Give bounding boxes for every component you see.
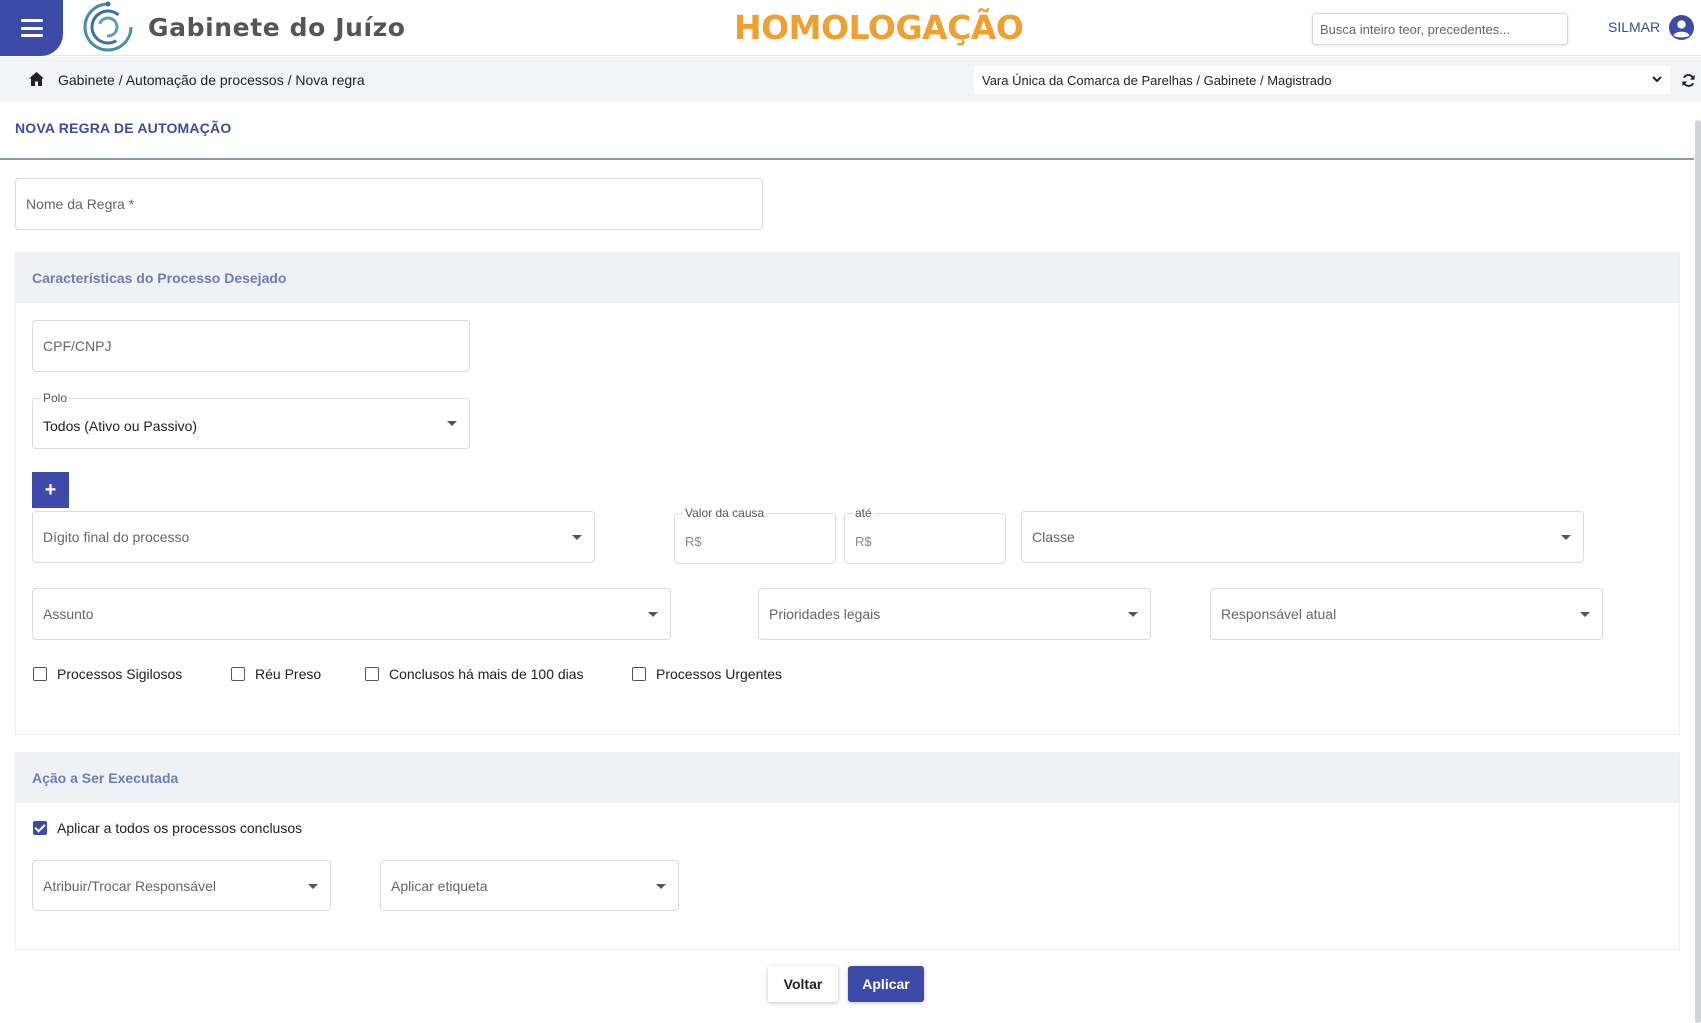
menu-button[interactable] [0,0,63,56]
caret-down-icon [572,535,582,540]
caret-down-icon [1128,612,1138,617]
current-responsible-placeholder: Responsável atual [1221,606,1337,622]
subject-select[interactable]: Assunto [32,588,671,640]
checkbox-urgent-processes[interactable]: Processos Urgentes [632,666,782,682]
checkbox-label: Aplicar a todos os processos conclusos [57,820,303,836]
back-button[interactable]: Voltar [768,966,838,1002]
cause-value-from-field[interactable]: Valor da causa R$ [674,506,836,564]
assign-responsible-select[interactable]: Atribuir/Trocar Responsável [32,860,331,911]
search-input[interactable] [1312,13,1568,45]
checkbox-label: Conclusos há mais de 100 dias [389,666,584,682]
title-divider [0,158,1694,160]
unit-select-value: Vara Única da Comarca de Parelhas / Gabi… [982,72,1332,88]
checkbox-box[interactable] [231,667,245,681]
hamburger-icon [20,19,43,37]
cause-value-from-prefix: R$ [685,534,702,549]
checkbox-concluded-over-100-days[interactable]: Conclusos há mais de 100 dias [365,666,584,682]
breadcrumb[interactable]: Gabinete / Automação de processos / Nova… [58,72,365,88]
page-scrollbar[interactable] [1695,120,1701,1023]
caret-down-icon [308,884,318,889]
cause-value-to-prefix: R$ [855,534,872,549]
checkbox-label: Réu Preso [255,666,322,682]
checkbox-box[interactable] [632,667,646,681]
current-responsible-select[interactable]: Responsável atual [1210,588,1603,640]
checkbox-label: Processos Sigilosos [57,666,183,682]
page-title: NOVA REGRA DE AUTOMAÇÃO [15,120,232,136]
cause-value-label: Valor da causa [683,506,767,520]
top-header: Gabinete do Juízo HOMOLOGAÇÃO SILMAR [0,0,1701,56]
caret-down-icon [1561,535,1571,540]
caret-down-icon [648,612,658,617]
assign-responsible-placeholder: Atribuir/Trocar Responsável [43,878,216,894]
subject-placeholder: Assunto [43,606,94,622]
app-logo-icon [83,1,133,52]
apply-button[interactable]: Aplicar [848,966,924,1002]
checkbox-apply-all-concluded[interactable]: Aplicar a todos os processos conclusos [33,820,302,836]
class-select[interactable]: Classe [1021,511,1584,563]
rule-name-placeholder: Nome da Regra * [26,196,135,212]
caret-down-icon [447,421,457,426]
action-section: Ação a Ser Executada [15,752,1680,950]
apply-tag-select[interactable]: Aplicar etiqueta [380,860,679,911]
cpf-cnpj-placeholder: CPF/CNPJ [43,338,112,354]
add-filter-button[interactable]: + [32,472,69,508]
checkbox-box[interactable] [33,821,47,835]
class-placeholder: Classe [1032,529,1075,545]
rule-name-field[interactable]: Nome da Regra * [15,178,763,230]
action-section-title: Ação a Ser Executada [16,753,1679,803]
unit-select[interactable]: Vara Única da Comarca de Parelhas / Gabi… [974,66,1670,94]
polo-select[interactable]: Polo Todos (Ativo ou Passivo) [32,391,470,449]
final-digit-placeholder: Dígito final do processo [43,529,190,545]
checkbox-box[interactable] [33,667,47,681]
chevron-down-icon [1652,76,1662,83]
checkbox-confidential-processes[interactable]: Processos Sigilosos [33,666,182,682]
checkbox-label: Processos Urgentes [656,666,783,682]
home-icon[interactable] [28,71,45,87]
user-name[interactable]: SILMAR [1608,19,1660,35]
user-avatar-icon[interactable] [1669,15,1694,40]
process-section-title: Características do Processo Desejado [16,253,1679,303]
breadcrumb-bar: Gabinete / Automação de processos / Nova… [0,57,1701,102]
app-title: Gabinete do Juízo [148,13,406,42]
caret-down-icon [1580,612,1590,617]
final-digit-select[interactable]: Dígito final do processo [32,511,595,563]
legal-priorities-placeholder: Prioridades legais [769,606,881,622]
environment-label: HOMOLOGAÇÃO [734,8,1024,47]
checkbox-box[interactable] [365,667,379,681]
caret-down-icon [656,884,666,889]
refresh-icon[interactable] [1681,73,1696,88]
cpf-cnpj-field[interactable]: CPF/CNPJ [32,320,470,372]
cause-value-to-field[interactable]: até R$ [844,506,1006,564]
polo-value: Todos (Ativo ou Passivo) [43,418,198,434]
cause-value-to-label: até [853,506,874,520]
checkbox-defendant-in-custody[interactable]: Réu Preso [231,666,321,682]
apply-tag-placeholder: Aplicar etiqueta [391,878,488,894]
polo-label: Polo [41,391,70,405]
legal-priorities-select[interactable]: Prioridades legais [758,588,1151,640]
